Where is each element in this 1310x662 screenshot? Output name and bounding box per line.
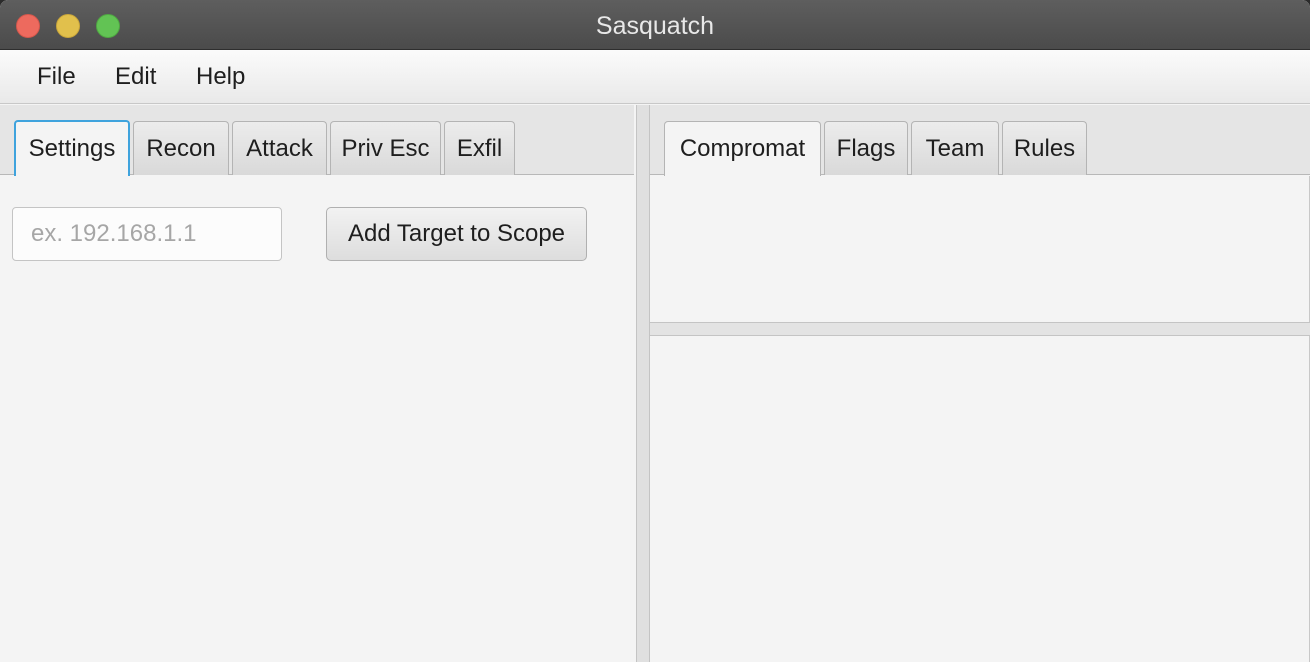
left-tab-bar: Settings Recon Attack Priv Esc Exfil	[0, 105, 634, 176]
right-pane: Compromat Flags Team Rules	[650, 105, 1310, 662]
tab-compromat[interactable]: Compromat	[664, 121, 821, 177]
horizontal-split-divider[interactable]	[650, 322, 1310, 336]
menu-help[interactable]: Help	[196, 50, 245, 104]
tab-rules[interactable]: Rules	[1002, 121, 1087, 175]
compromat-top-panel	[650, 176, 1310, 322]
add-target-to-scope-button[interactable]: Add Target to Scope	[326, 207, 587, 261]
right-tab-bar: Compromat Flags Team Rules	[650, 105, 1310, 177]
tab-team[interactable]: Team	[911, 121, 999, 175]
tab-priv-esc[interactable]: Priv Esc	[330, 121, 441, 175]
target-ip-input[interactable]	[12, 207, 282, 261]
menu-bar: File Edit Help	[0, 50, 1310, 104]
window-title: Sasquatch	[595, 12, 715, 40]
compromat-bottom-panel	[650, 336, 1310, 662]
tab-settings[interactable]: Settings	[14, 120, 130, 176]
menu-file[interactable]: File	[37, 50, 76, 104]
title-bar[interactable]: Sasquatch	[0, 0, 1310, 50]
menu-edit[interactable]: Edit	[115, 50, 156, 104]
tab-flags[interactable]: Flags	[824, 121, 908, 175]
app-window: Sasquatch File Edit Help Settings Recon …	[0, 0, 1310, 662]
tab-attack[interactable]: Attack	[232, 121, 327, 175]
tab-exfil[interactable]: Exfil	[444, 121, 515, 175]
split-pane-divider[interactable]	[636, 105, 650, 662]
tab-recon[interactable]: Recon	[133, 121, 229, 175]
left-pane: Settings Recon Attack Priv Esc Exfil Add…	[0, 105, 636, 662]
